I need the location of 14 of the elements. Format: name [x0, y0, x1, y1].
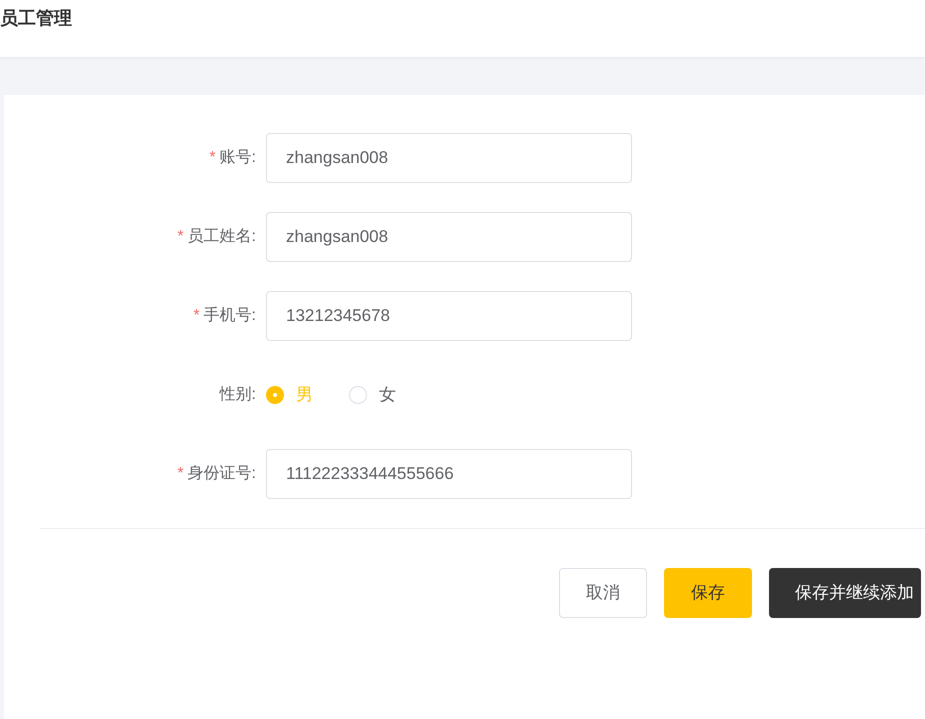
field-label: 性别:: [218, 385, 256, 405]
input-field[interactable]: 13212345678: [266, 291, 632, 341]
input-field[interactable]: zhangsan008: [266, 212, 632, 262]
save-button[interactable]: 保存: [664, 568, 752, 618]
page-title: 员工管理: [0, 7, 72, 30]
input-field[interactable]: zhangsan008: [266, 133, 632, 183]
field-label: * 身份证号:: [176, 464, 256, 484]
field-label: * 手机号:: [192, 306, 256, 326]
cancel-button[interactable]: 取消: [559, 568, 647, 618]
save-and-continue-button[interactable]: 保存并继续添加: [769, 568, 921, 618]
field-label: * 账号:: [208, 148, 256, 168]
input-field[interactable]: 111222333444555666: [266, 449, 632, 499]
radio-option[interactable]: 女: [349, 382, 396, 408]
field-label: * 员工姓名:: [176, 227, 256, 247]
